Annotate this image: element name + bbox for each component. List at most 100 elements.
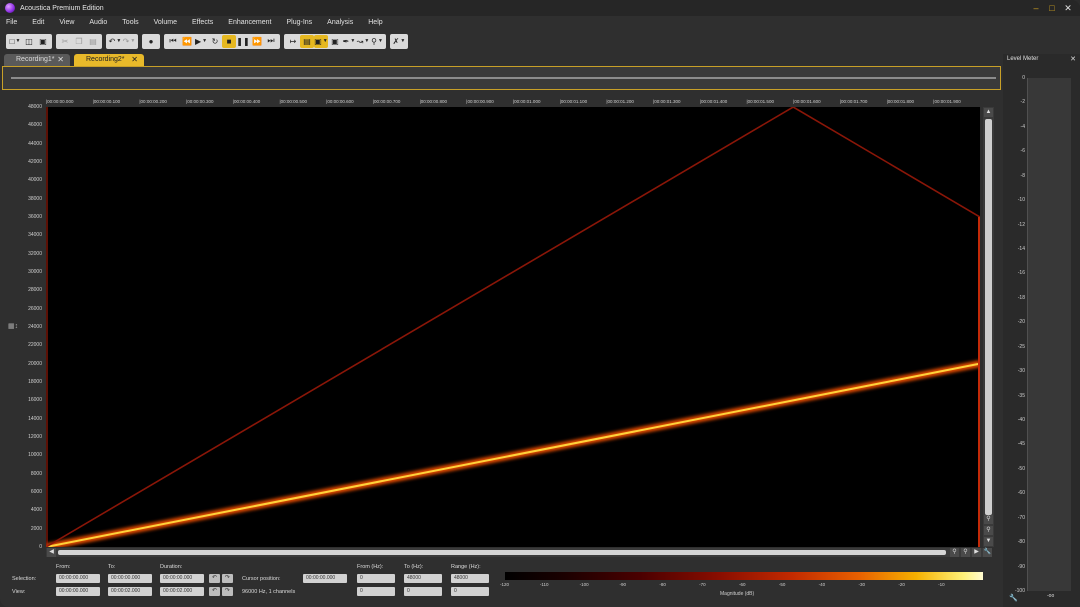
menu-plugins[interactable]: Plug-Ins — [286, 19, 312, 26]
settings-wrench-icon[interactable]: 🔧 — [983, 548, 992, 557]
zoom-in-h-icon[interactable]: ⚲ — [950, 548, 959, 557]
view-from-field[interactable]: 00:00:00.000 — [56, 587, 100, 596]
app-logo-icon — [5, 3, 15, 13]
display-options-icon[interactable]: ▦↕ — [8, 322, 18, 330]
colorbar-tick-label: -40 — [818, 582, 826, 587]
frequency-tick-label: 0 — [39, 544, 42, 550]
tab-label: Recording2* — [86, 56, 125, 63]
menu-analysis[interactable]: Analysis — [327, 19, 353, 26]
maximize-icon[interactable]: □ — [1046, 2, 1058, 14]
close-tab-icon[interactable]: ✕ — [131, 54, 138, 66]
play-icon[interactable]: ▶ ▼ — [194, 35, 208, 48]
extra-tool-group: ✗ ▼ — [390, 33, 408, 49]
selection-duration-field[interactable]: 00:00:00.000 — [160, 574, 204, 583]
selection-from-hz-field[interactable]: 0 — [357, 574, 395, 583]
undo-selection-icon[interactable]: ↶ — [209, 574, 220, 583]
cut-icon[interactable]: ✂ — [58, 35, 72, 48]
go-to-start-icon[interactable]: ⏮ — [166, 35, 180, 48]
db-tick-label: -35 — [1017, 392, 1025, 399]
horizontal-scrollbar[interactable]: ◀ ⚲ ⚲ ▶ 🔧 — [46, 548, 992, 557]
colorbar-tick-label: -50 — [778, 582, 786, 587]
redo-selection-icon[interactable]: ↷ — [222, 574, 233, 583]
scroll-down-icon[interactable]: ▼ — [984, 537, 993, 546]
menu-enhancement[interactable]: Enhancement — [228, 19, 271, 26]
cursor-position-field[interactable]: 00:00:00.000 — [303, 574, 347, 583]
close-icon[interactable]: ✕ — [1062, 2, 1074, 14]
menu-effects[interactable]: Effects — [192, 19, 213, 26]
pause-icon[interactable]: ❚❚ — [236, 35, 250, 48]
colorbar-tick-label: -20 — [898, 582, 905, 587]
menu-tools[interactable]: Tools — [122, 19, 138, 26]
scroll-up-icon[interactable]: ▲ — [984, 108, 993, 117]
selection-to-field[interactable]: 00:00:00.000 — [108, 574, 152, 583]
go-to-end-icon[interactable]: ⏭ — [264, 35, 278, 48]
view-duration-field[interactable]: 00:00:02.000 — [160, 587, 204, 596]
time-tick-label: |00:00:01.000 — [513, 99, 541, 104]
save-icon[interactable]: ▣ — [36, 35, 50, 48]
close-tab-icon[interactable]: ✕ — [57, 54, 64, 66]
vertical-scroll-thumb[interactable] — [985, 119, 992, 515]
redo-icon[interactable]: ↷ ▼ — [122, 35, 136, 48]
minimize-icon[interactable]: – — [1030, 2, 1042, 14]
spectrogram-view-icon[interactable]: ▤ — [300, 34, 314, 48]
view-from-hz-field[interactable]: 0 — [357, 587, 395, 596]
scroll-left-icon[interactable]: ◀ — [47, 548, 56, 557]
stop-icon[interactable]: ■ — [222, 34, 236, 48]
loop-icon[interactable]: ↻ — [208, 35, 222, 48]
scroll-right-icon[interactable]: ▶ — [972, 548, 981, 557]
menu-view[interactable]: View — [59, 19, 74, 26]
rewind-icon[interactable]: ⏪ — [180, 35, 194, 48]
colorbar-tick-label: -100 — [579, 582, 589, 587]
zoom-in-icon[interactable]: ⚲ — [984, 515, 993, 524]
paste-icon[interactable]: ▤ — [86, 35, 100, 48]
vertical-scrollbar[interactable]: ▲ ⚲ ⚲ ▼ — [983, 107, 994, 547]
frequency-tick-label: 14000 — [28, 415, 42, 422]
time-tick-label: |00:00:01.500 — [746, 99, 774, 104]
zoom-out-icon[interactable]: ⚲ — [984, 526, 993, 535]
view-range-hz-field[interactable]: 0 — [451, 587, 489, 596]
menu-help[interactable]: Help — [368, 19, 382, 26]
wand-icon[interactable]: ↝ ▼ — [356, 35, 370, 48]
brush-icon[interactable]: ✒ ▼ — [342, 35, 356, 48]
selection-from-field[interactable]: 00:00:00.000 — [56, 574, 100, 583]
time-tick-label: |00:00:01.300 — [653, 99, 681, 104]
horizontal-scroll-thumb[interactable] — [58, 550, 946, 555]
zoom-icon[interactable]: ⚲ ▼ — [370, 35, 384, 48]
undo-view-icon[interactable]: ↶ — [209, 587, 220, 596]
menu-audio[interactable]: Audio — [89, 19, 107, 26]
record-icon[interactable]: ● — [144, 35, 158, 48]
close-panel-icon[interactable]: ✕ — [1070, 55, 1076, 63]
colorbar-tick-label: -90 — [619, 582, 627, 587]
copy-icon[interactable]: ❐ — [72, 35, 86, 48]
selection-to-hz-field[interactable]: 48000 — [404, 574, 442, 583]
menu-bar: File Edit View Audio Tools Volume Effect… — [0, 16, 1080, 29]
waveform-overview[interactable] — [2, 66, 1001, 90]
image-icon[interactable]: ▣ — [328, 35, 342, 48]
time-ruler[interactable]: |00:00:00.000 |00:00:00.100 |00:00:00.200 |… — [46, 99, 980, 107]
frequency-tick-label: 38000 — [28, 195, 42, 202]
tab-recording2[interactable]: Recording2* ✕ — [74, 54, 144, 66]
undo-icon[interactable]: ↶ ▼ — [108, 35, 122, 48]
redo-view-icon[interactable]: ↷ — [222, 587, 233, 596]
snap-icon[interactable]: ↦ — [286, 35, 300, 48]
select-tool-icon[interactable]: ▣ ▼ — [314, 34, 328, 48]
time-tick-label: |00:00:00.600 — [326, 99, 354, 104]
menu-file[interactable]: File — [6, 19, 17, 26]
time-tick-label: |00:00:01.800 — [886, 99, 915, 104]
fast-forward-icon[interactable]: ⏩ — [250, 35, 264, 48]
wrench-icon[interactable]: 🔧 — [1009, 594, 1018, 602]
view-to-hz-field[interactable]: 0 — [404, 587, 442, 596]
file-new-icon[interactable]: □ ▼ — [8, 35, 22, 48]
menu-edit[interactable]: Edit — [32, 19, 44, 26]
folder-open-icon[interactable]: ◫ — [22, 35, 36, 48]
zoom-out-h-icon[interactable]: ⚲ — [961, 548, 970, 557]
view-to-field[interactable]: 00:00:02.000 — [108, 587, 152, 596]
plugin-icon[interactable]: ✗ ▼ — [392, 35, 406, 48]
menu-volume[interactable]: Volume — [154, 19, 177, 26]
spectrogram-view[interactable] — [46, 107, 980, 547]
selection-range-hz-field[interactable]: 48000 — [451, 574, 489, 583]
time-tick-label: |00:00:01.900 — [933, 99, 961, 104]
tab-recording1[interactable]: Recording1* ✕ — [4, 54, 70, 66]
frequency-tick-label: 30000 — [28, 269, 42, 275]
db-tick-label: 0 — [1022, 75, 1025, 81]
